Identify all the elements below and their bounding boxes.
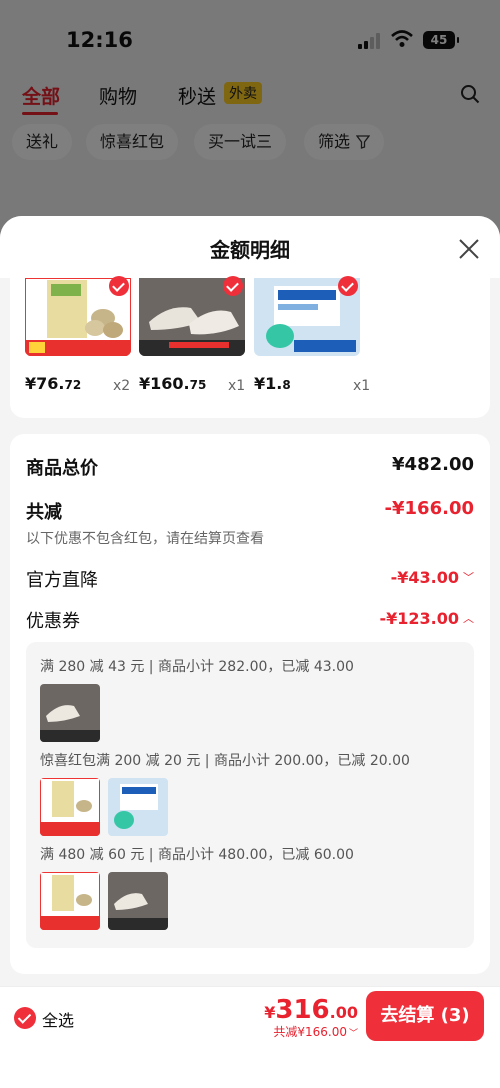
sheet-title: 金额明细 (210, 238, 290, 262)
price-decimal: 72 (64, 378, 82, 392)
coupon-value: -¥123.00 ︿ (379, 609, 474, 628)
product-price: ¥160.75 (139, 374, 206, 393)
product-price: ¥1.8 (254, 374, 291, 393)
official-discount-label: 官方直降 (26, 570, 98, 591)
price-main: ¥160. (139, 374, 190, 393)
total-saved[interactable]: 共减¥166.00 ﹀ (273, 1023, 358, 1040)
price-decimal: 75 (189, 378, 207, 392)
coupon-line: 惊喜红包满 200 减 20 元 | 商品小计 200.00，已减 20.00 (40, 753, 410, 769)
price-decimal: 8 (282, 378, 291, 392)
discount-value: -¥166.00 (384, 498, 474, 519)
coupon-label: 优惠券 (26, 611, 80, 632)
selected-check-icon (109, 276, 129, 296)
product-qty: x1 (353, 378, 371, 394)
chevron-down-icon: ﹀ (348, 1029, 358, 1039)
price-main: ¥1. (254, 374, 283, 393)
pistachio-thumb (40, 778, 100, 836)
select-all-check-icon[interactable] (14, 1007, 36, 1029)
pistachio-thumb (40, 872, 100, 930)
checkout-bar: 全选 ¥316.00 共减¥166.00 ﹀ 去结算 (3) (0, 986, 500, 1088)
grand-total: ¥316.00 (264, 995, 358, 1025)
coupon-line: 满 480 减 60 元 | 商品小计 480.00，已减 60.00 (40, 847, 354, 863)
total-integer: 316 (275, 995, 330, 1025)
total-saved-text: 共减¥166.00 (273, 1025, 347, 1039)
select-all-label: 全选 (42, 1011, 75, 1030)
total-value: ¥482.00 (392, 454, 474, 475)
checkout-button[interactable]: 去结算 (3) (366, 991, 484, 1041)
price-breakdown: 商品总价 ¥482.00 共减 -¥166.00 以下优惠不包含红包，请在结算页… (10, 434, 490, 974)
selected-check-icon (223, 276, 243, 296)
amount-detail-sheet: 金额明细 ¥76.72 x2 ¥160.75 x1 ¥1.8 x1 商品总价 ¥… (0, 216, 500, 1088)
official-discount-value: -¥43.00 ﹀ (391, 568, 474, 587)
total-label: 商品总价 (26, 458, 98, 479)
currency-symbol: ¥ (264, 1003, 276, 1022)
chevron-down-icon: ﹀ (463, 571, 474, 584)
coupon-breakdown: 满 280 减 43 元 | 商品小计 282.00，已减 43.00 惊喜红包… (26, 642, 474, 948)
chevron-up-icon: ︿ (463, 612, 474, 625)
selected-products: ¥76.72 x2 ¥160.75 x1 ¥1.8 x1 (10, 276, 490, 418)
product-qty: x2 (113, 378, 131, 394)
wipes-thumb (108, 778, 168, 836)
discount-note: 以下优惠不包含红包，请在结算页查看 (26, 531, 264, 547)
price-main: ¥76. (25, 374, 65, 393)
coupon-line: 满 280 减 43 元 | 商品小计 282.00，已减 43.00 (40, 659, 354, 675)
sneaker-thumb (108, 872, 168, 930)
official-discount-amount: -¥43.00 (390, 568, 459, 587)
product-price: ¥76.72 (25, 374, 81, 393)
sneaker-thumb (40, 684, 100, 742)
product-qty: x1 (228, 378, 246, 394)
total-decimal: .00 (329, 1003, 358, 1022)
discount-label: 共减 (26, 502, 62, 523)
sheet-header: 金额明细 (0, 216, 500, 278)
coupon-amount: -¥123.00 (379, 609, 459, 628)
close-icon[interactable] (454, 234, 484, 264)
selected-check-icon (338, 276, 358, 296)
